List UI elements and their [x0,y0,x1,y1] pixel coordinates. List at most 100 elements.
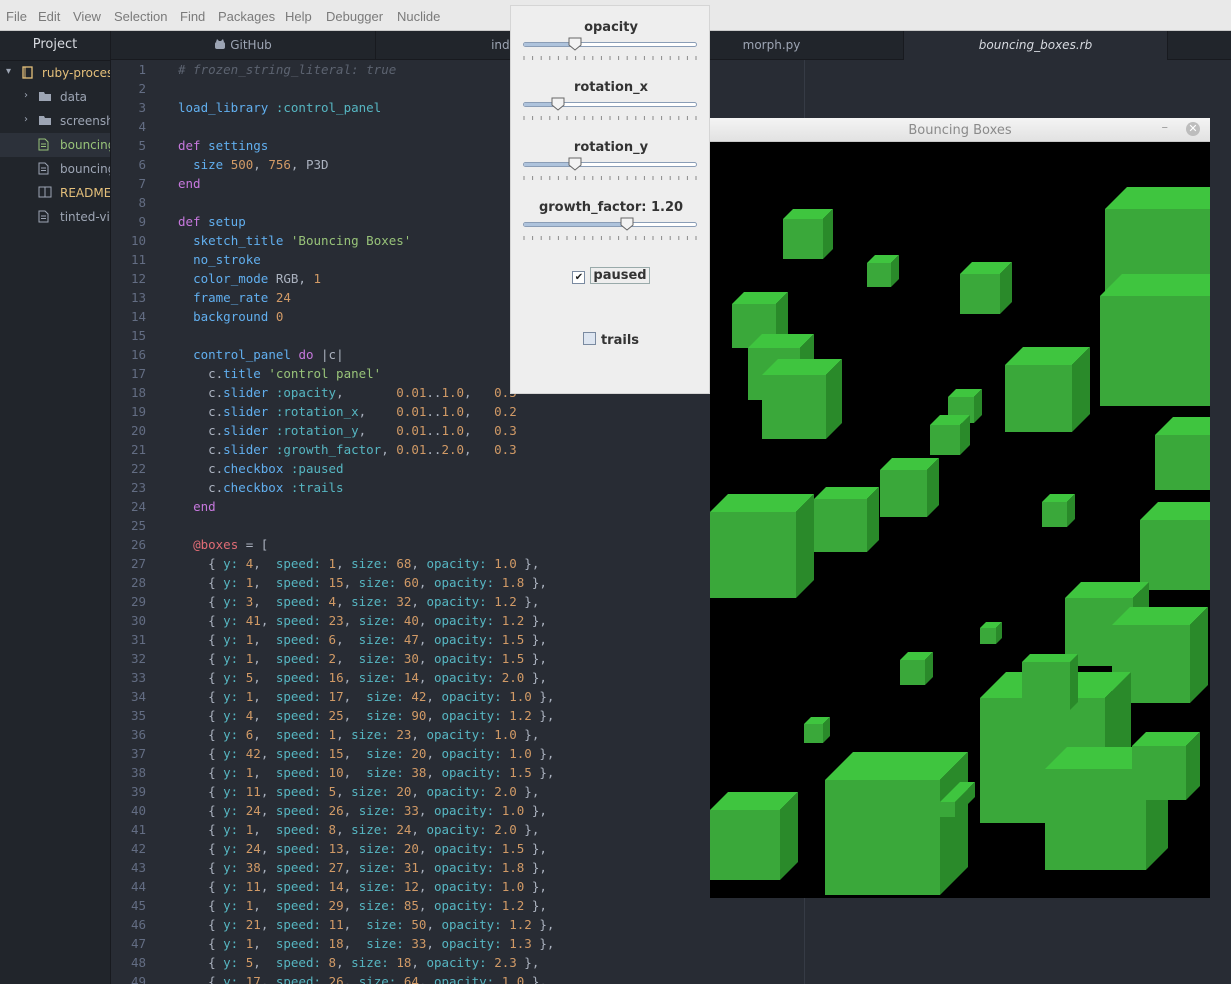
checkbox-paused[interactable]: ✔ paused [511,267,711,284]
code-token: , [253,822,276,837]
tree-item[interactable]: › screenshots [0,109,110,133]
code-token: opacity: [433,803,495,818]
code-token: 40 [403,613,419,628]
code-line: end [178,176,201,191]
code-token: y: [223,803,239,818]
green-box [762,359,842,439]
code-token: opacity: [433,898,495,913]
code-token: }, [531,708,555,723]
chevron-right-icon[interactable]: › [24,114,28,125]
tree-item[interactable]: README.md [0,181,110,205]
repo-icon [22,66,34,82]
sketch-window: Bouncing Boxes – ✕ [710,118,1210,898]
code-token: opacity: [433,613,495,628]
code-line: { y: 5, speed: 16, size: 14, opacity: 2.… [178,670,547,685]
code-token: }, [524,651,547,666]
code-line: { y: 11, speed: 14, size: 12, opacity: 1… [178,879,547,894]
code-token: { [178,822,224,837]
slider-thumb[interactable] [568,157,582,171]
tree-item[interactable]: bouncing [0,157,110,181]
menu-file[interactable]: File [6,9,27,24]
menu-edit[interactable]: Edit [38,9,60,24]
code-token: do [298,347,314,362]
slider-track[interactable] [523,222,697,227]
tree-item[interactable]: tinted-video.rb [0,205,110,229]
code-token: size: [358,670,397,685]
code-line: c.title 'control panel' [178,366,381,381]
slider-thumb[interactable] [551,97,565,111]
code-token: , [260,841,276,856]
line-number: 25 [130,518,146,533]
code-line: c.slider :opacity, 0.01..1.0, 0.5 [178,385,517,400]
slider-ticks [523,236,697,240]
code-token: y: [223,670,239,685]
code-token: :rotation_x [275,404,359,419]
code-token: , [343,689,367,704]
checkbox-trails[interactable]: trails [511,332,711,348]
code-token: , [426,936,442,951]
code-token: 33 [403,803,419,818]
slider-thumb[interactable] [620,217,634,231]
slider-track[interactable] [523,42,697,47]
tab-3[interactable]: bouncing_boxes.rb [904,31,1168,60]
code-line: { y: 3, speed: 4, size: 32, opacity: 1.2… [178,594,539,609]
code-token: { [178,556,224,571]
code-line: { y: 42, speed: 15, size: 20, opacity: 1… [178,746,554,761]
checkbox-checked-icon[interactable]: ✔ [572,271,586,284]
sidebar-title[interactable]: Project [0,31,110,61]
code-token: 14 [403,670,419,685]
tree-item[interactable]: bouncing_boxes.rb [0,133,110,157]
code-token: y: [223,594,239,609]
code-token: size: [366,746,404,761]
menu-help[interactable]: Help [285,9,312,24]
close-button[interactable]: ✕ [1186,122,1200,136]
chevron-down-icon[interactable]: ▾ [6,66,11,77]
menu-packages[interactable]: Packages [218,9,275,24]
code-token: size: [358,841,397,856]
code-token: y: [223,898,239,913]
code-token: 26 [328,974,344,984]
tree-item[interactable]: › data [0,85,110,109]
menu-nuclide[interactable]: Nuclide [397,9,440,24]
line-number: 31 [130,632,146,647]
code-token: 1.0 [509,689,532,704]
code-token: size: [358,860,397,875]
sketch-titlebar[interactable]: Bouncing Boxes – ✕ [710,118,1210,142]
code-token: , [426,746,442,761]
tree-item[interactable]: ▾ ruby-process [0,61,110,85]
code-line: sketch_title 'Bouncing Boxes' [178,233,411,248]
code-token: size: [351,822,389,837]
tab-0[interactable]: GitHub [111,31,376,60]
code-token: speed: [275,974,322,984]
menu-selection[interactable]: Selection [114,9,167,24]
slider-track[interactable] [523,102,697,107]
menu-view[interactable]: View [73,9,101,24]
slider-track[interactable] [523,162,697,167]
code-line: size 500, 756, P3D [178,157,329,172]
code-token: opacity: [426,822,487,837]
code-token: opacity: [433,879,495,894]
menu-debugger[interactable]: Debugger [326,9,383,24]
code-token: , [411,556,427,571]
menu-find[interactable]: Find [180,9,205,24]
code-token: c. [178,461,224,476]
slider-label: rotation_y [573,140,649,155]
code-token: settings [208,138,269,153]
code-token: , [418,632,434,647]
minimize-button[interactable]: – [1162,120,1169,135]
checkbox-icon[interactable] [582,332,596,345]
green-box [867,255,899,287]
chevron-right-icon[interactable]: › [24,90,28,101]
code-token: load_library [178,100,269,115]
code-token: y: [223,651,239,666]
code-token: { [178,594,224,609]
slider-thumb[interactable] [568,37,582,51]
